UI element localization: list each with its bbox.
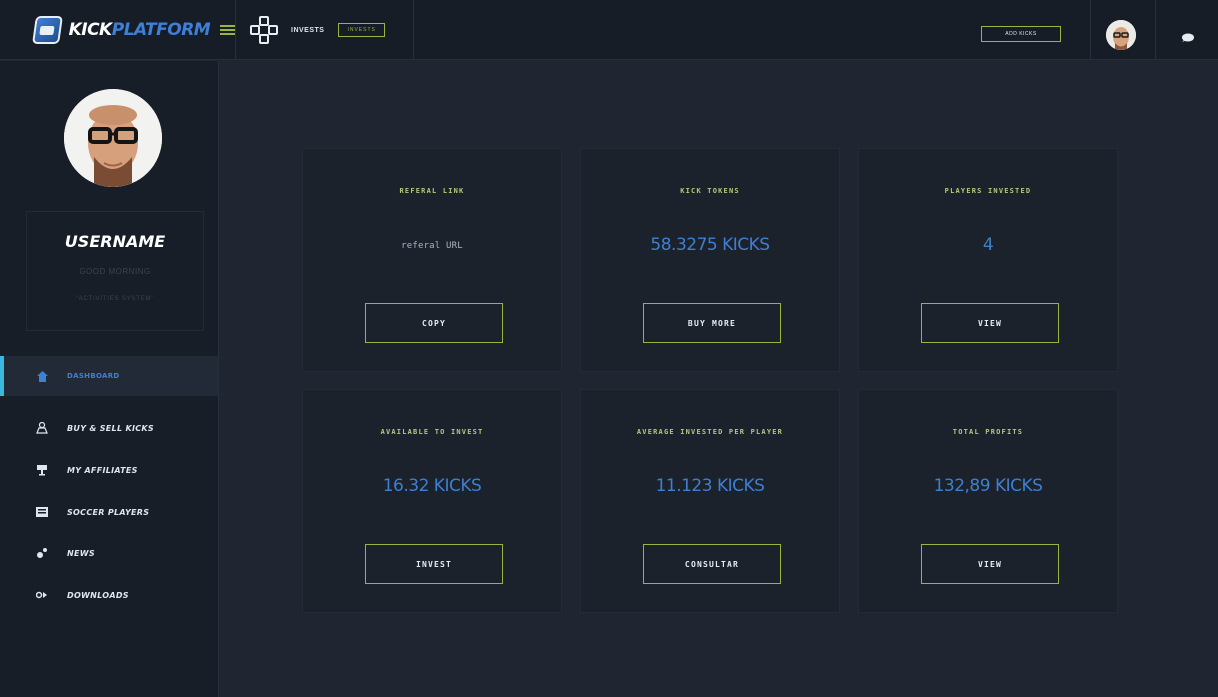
card-value: 132,89 KICKS [933,476,1043,496]
invest-badge[interactable]: INVESTS [338,23,385,37]
brand-name-part2: PLATFORM [111,20,211,40]
brand-name[interactable]: KICKPLATFORM [69,20,211,40]
copy-button[interactable]: COPY [365,303,503,343]
sidebar-item-label: SOCCER PLAYERS [67,507,150,517]
buy-more-button[interactable]: BUY MORE [643,303,781,343]
invest-button[interactable]: INVEST [365,544,503,584]
card-title: REFERAL LINK [399,187,465,195]
gamepad-icon[interactable] [250,16,278,44]
news-icon [35,546,49,560]
greeting: GOOD MORNING [79,267,151,276]
sidebar-item-label: MY AFFILIATES [67,465,138,475]
card-total-profits: TOTAL PROFITS 132,89 KICKS VIEW [858,389,1118,613]
card-available-to-invest: AVAILABLE TO INVEST 16.32 KICKS INVEST [302,389,562,613]
top-divider [1155,0,1156,60]
brand-logo-icon[interactable] [32,16,63,44]
card-players-invested: PLAYERS INVESTED 4 VIEW [858,148,1118,372]
card-title: TOTAL PROFITS [952,428,1024,436]
profile-avatar[interactable] [64,89,162,187]
add-kicks-button[interactable]: ADD KICKS [981,26,1061,42]
sidebar-item-label: BUY & SELL KICKS [67,423,154,433]
consultar-button[interactable]: CONSULTAR [643,544,781,584]
card-value: 11.123 KICKS [655,476,765,496]
sidebar-item-label: NEWS [67,548,95,558]
top-divider [1090,0,1091,60]
home-icon [35,369,49,383]
card-average-invested: AVERAGE INVESTED PER PLAYER 11.123 KICKS… [580,389,840,613]
players-icon [35,505,49,519]
sidebar-item-downloads[interactable]: DOWNLOADS [0,575,218,615]
brand: KICKPLATFORM [0,0,236,60]
view-profits-button[interactable]: VIEW [921,544,1059,584]
card-title: AVERAGE INVESTED PER PLAYER [636,428,784,436]
invest-section: INVESTS INVESTS [236,0,414,60]
downloads-icon [35,588,49,602]
card-value[interactable]: referal URL [303,241,561,251]
menu-toggle-icon[interactable] [220,25,235,35]
affiliates-icon [35,463,49,477]
sidebar-item-soccer-players[interactable]: SOCCER PLAYERS [0,492,218,532]
chat-icon[interactable] [1180,30,1194,42]
view-players-button[interactable]: VIEW [921,303,1059,343]
card-value: 4 [982,235,994,255]
top-bar: KICKPLATFORM INVESTS INVESTS ADD KICKS [0,0,1218,60]
brand-name-part1: KICK [68,20,113,40]
card-title: AVAILABLE TO INVEST [380,428,484,436]
sidebar: USERNAME GOOD MORNING "ACTIVITIES SYSTEM… [0,61,219,697]
card-value: 16.32 KICKS [382,476,482,496]
user-status: "ACTIVITIES SYSTEM" [75,296,155,302]
sidebar-item-buy-sell-kicks[interactable]: BUY & SELL KICKS [0,408,218,448]
user-info-box: USERNAME GOOD MORNING "ACTIVITIES SYSTEM… [26,211,204,331]
card-title: KICK TOKENS [680,187,740,195]
card-value: 58.3275 KICKS [650,235,770,255]
card-title: PLAYERS INVESTED [944,187,1032,195]
sidebar-item-dashboard[interactable]: DASHBOARD [0,356,218,396]
username: USERNAME [64,232,166,251]
card-referal-link: REFERAL LINK referal URL COPY [302,148,562,372]
invest-label[interactable]: INVESTS [291,27,324,34]
top-avatar[interactable] [1106,20,1136,50]
sidebar-item-my-affiliates[interactable]: MY AFFILIATES [0,450,218,490]
sidebar-item-news[interactable]: NEWS [0,533,218,573]
exchange-icon [35,421,49,435]
sidebar-item-label: DOWNLOADS [67,590,129,600]
card-kick-tokens: KICK TOKENS 58.3275 KICKS BUY MORE [580,148,840,372]
sidebar-item-label: DASHBOARD [67,372,120,380]
